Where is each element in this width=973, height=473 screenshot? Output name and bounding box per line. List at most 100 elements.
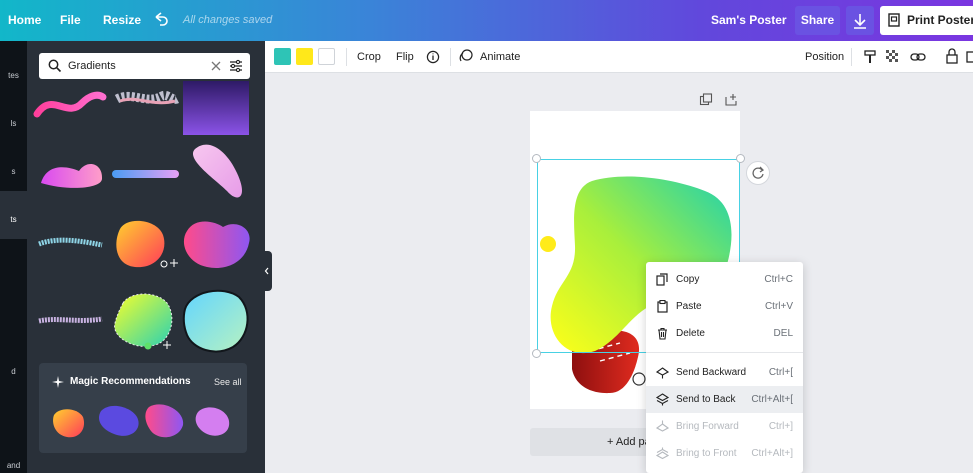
menu-shortcut: Ctrl+[ [768,367,793,378]
menu-shortcut: Ctrl+Alt+[ [751,394,793,405]
duplicate-page-icon[interactable] [699,93,713,107]
trash-icon [658,327,667,340]
rotate-icon [752,166,765,179]
gradient-blob-orange[interactable] [116,220,178,268]
menu-item-bring-to-front: Bring to Front Ctrl+Alt+] [646,440,803,467]
bring-to-front-icon [656,447,669,460]
undo-icon[interactable] [153,0,169,41]
color-swatch-2[interactable] [296,48,313,65]
rail-item-templates[interactable]: tes [0,71,27,80]
gradient-blob-yellowgreen[interactable] [114,293,173,350]
print-posters-button[interactable]: Print Posters [880,6,973,35]
send-backward-icon [656,367,669,379]
menu-divider [646,352,803,353]
collapse-panel-handle[interactable] [263,251,272,291]
context-menu: Copy Ctrl+C Paste Ctrl+V Delete DEL Send… [646,262,803,473]
animate-icon [459,49,473,62]
recommendation-thumb-2[interactable] [98,405,139,436]
menu-shortcut: Ctrl+Alt+] [751,448,793,459]
crop-button[interactable]: Crop [357,41,381,73]
rail-item-photos[interactable]: ls [0,119,27,128]
gradient-blob-pink[interactable] [41,164,103,188]
document-title[interactable]: Sam's Poster [711,0,787,41]
menu-label: Delete [676,328,705,339]
gradient-brush-lilac[interactable] [38,316,103,324]
rail-item-brand[interactable]: and [0,461,27,470]
link-icon[interactable] [910,41,926,73]
menu-item-paste[interactable]: Paste Ctrl+V [646,293,803,320]
color-swatch-3[interactable] [318,48,335,65]
divider [851,48,852,66]
gradient-brush-cyan[interactable] [38,237,103,248]
menu-item-send-to-back[interactable]: Send to Back Ctrl+Alt+[ [646,386,803,413]
flip-button[interactable]: Flip [396,41,414,73]
copy-style-icon[interactable] [966,41,973,73]
menu-shortcut: DEL [773,328,793,339]
resize-button[interactable]: Resize [103,0,141,41]
gradient-petal-pink[interactable] [192,144,243,198]
gradient-square-purple[interactable] [183,81,249,135]
position-button[interactable]: Position [805,41,844,73]
save-status: All changes saved [183,14,273,26]
add-page-icon[interactable] [724,93,738,107]
side-rail: tes ls s ts d and [0,41,27,473]
info-icon[interactable] [426,41,440,73]
copy-icon [656,273,668,286]
menu-label: Bring Forward [676,421,739,432]
print-label: Print Posters [907,13,973,27]
menu-shortcut: Ctrl+C [764,274,793,285]
menu-item-copy[interactable]: Copy Ctrl+C [646,266,803,293]
bring-forward-icon [656,420,669,432]
menu-shortcut: Ctrl+] [768,421,793,432]
rotate-button[interactable] [746,161,770,185]
share-button[interactable]: Share [795,6,840,35]
menu-label: Bring to Front [676,448,737,459]
color-swatch-1[interactable] [274,48,291,65]
gradient-blob-cyan[interactable] [182,289,249,353]
menu-label: Send Backward [676,367,747,378]
download-button[interactable] [846,6,874,35]
menu-label: Copy [676,274,700,285]
rail-item-elements[interactable]: s [0,167,27,176]
gradient-bar-blue[interactable] [112,170,179,178]
home-link[interactable]: Home [8,0,41,41]
file-menu[interactable]: File [60,0,81,41]
print-icon [888,13,900,27]
transparency-icon[interactable] [885,41,899,73]
divider [346,48,347,66]
resize-handle-top-right[interactable] [736,154,745,163]
canva-editor: Home File Resize All changes saved Sam's… [0,0,973,473]
send-to-back-icon [656,393,669,406]
chevron-left-icon [264,267,269,275]
gradient-stroke-pink[interactable] [33,91,107,118]
object-toolbar: Crop Flip Animate Position [265,41,973,73]
menu-shortcut: Ctrl+V [764,301,793,312]
gradient-brush-grey[interactable] [114,90,180,105]
recommendation-thumb-3[interactable] [145,404,184,438]
resize-handle-top-left[interactable] [532,154,541,163]
menu-item-bring-forward: Bring Forward Ctrl+] [646,413,803,440]
magic-recommendations: Magic Recommendations See all [39,363,247,453]
gradient-blob-magenta[interactable] [183,221,250,269]
menu-label: Paste [676,301,702,312]
rail-item-uploads[interactable]: d [0,367,27,376]
menu-item-send-backward[interactable]: Send Backward Ctrl+[ [646,359,803,386]
paste-icon [657,300,668,313]
see-all-link[interactable]: See all [214,377,242,387]
resize-handle-bottom-left[interactable] [532,349,541,358]
lock-icon[interactable] [945,41,959,73]
animate-button[interactable]: Animate [459,41,520,73]
rail-item-text[interactable]: ts [0,215,27,224]
top-bar: Home File Resize All changes saved Sam's… [0,0,973,41]
divider [450,48,451,66]
elements-panel: Gradients Magic Recommendations See all [27,41,272,473]
sparkle-icon [52,376,64,388]
format-painter-icon[interactable] [863,41,877,73]
menu-label: Send to Back [676,394,736,405]
recommendation-thumb-1[interactable] [53,409,85,438]
recommendation-thumb-4[interactable] [195,407,230,436]
animate-label: Animate [480,51,521,63]
magic-title: Magic Recommendations [70,376,191,387]
download-icon [854,14,866,29]
menu-item-delete[interactable]: Delete DEL [646,320,803,347]
